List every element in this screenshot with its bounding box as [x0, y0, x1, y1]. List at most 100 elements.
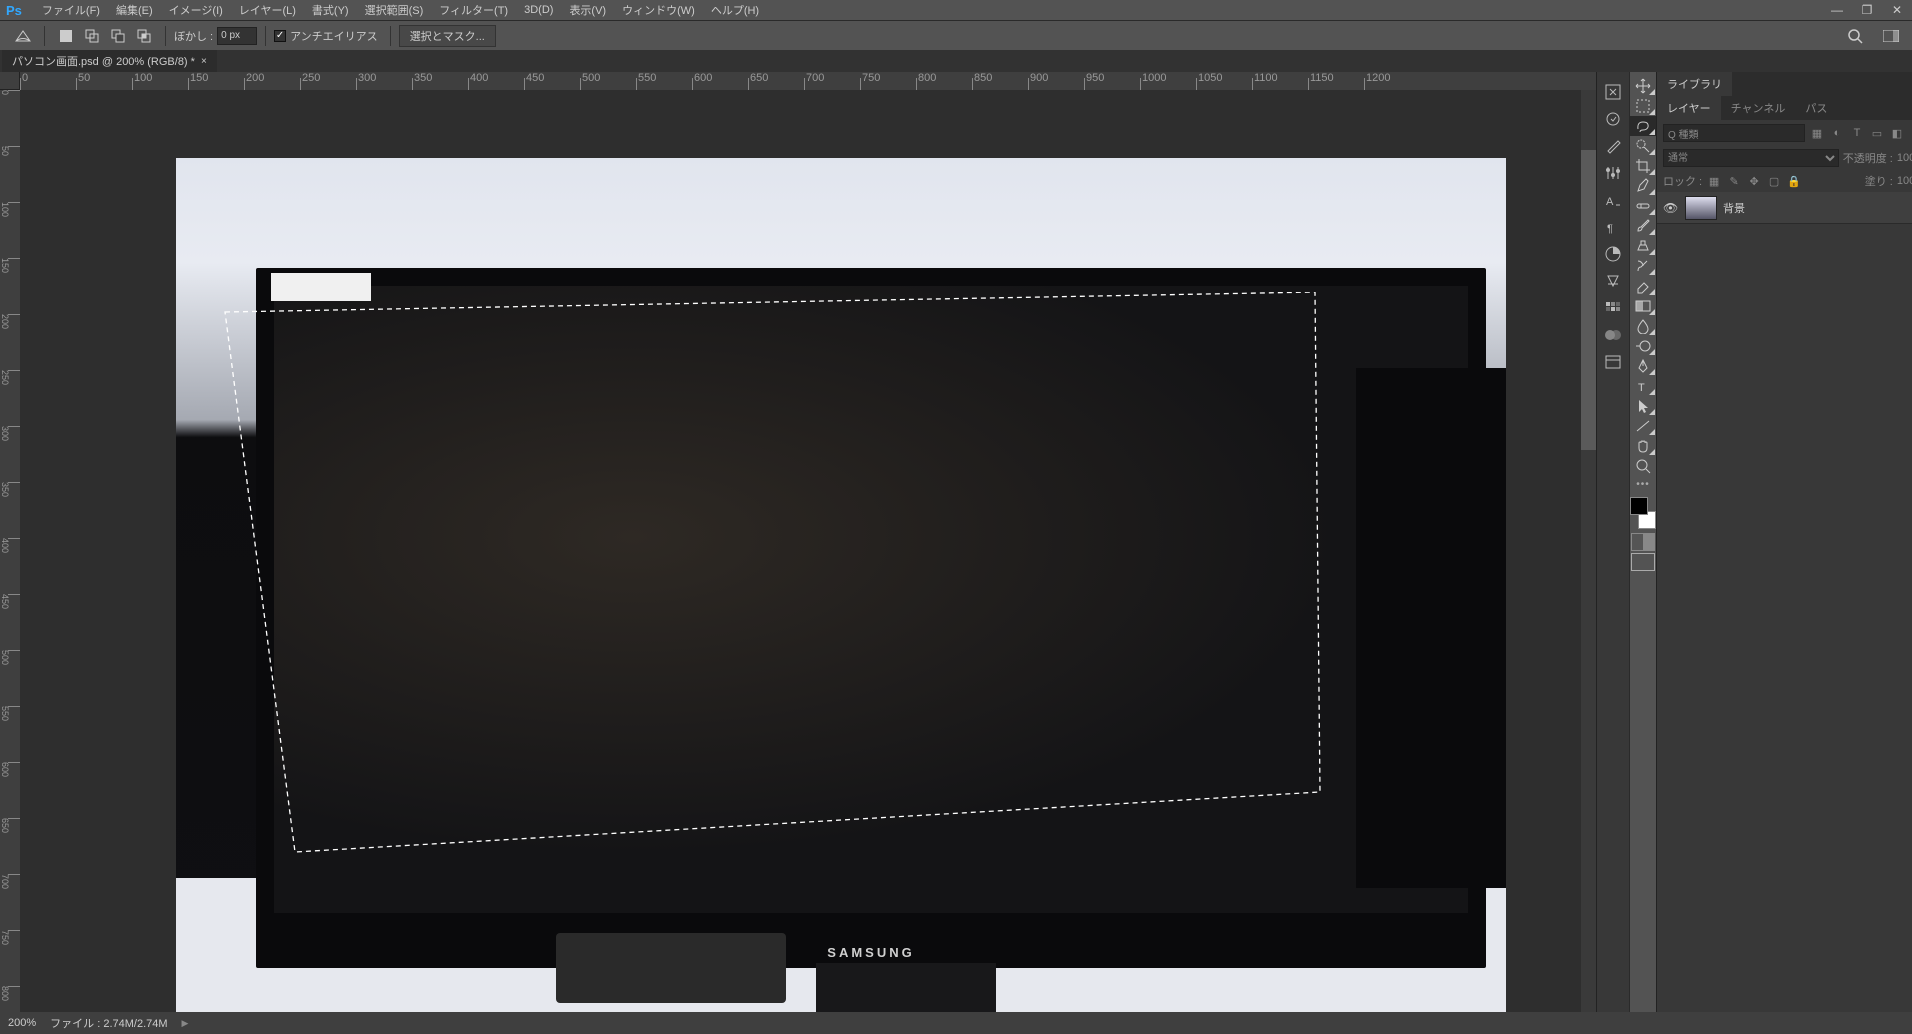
history-brush-tool[interactable]: [1630, 256, 1656, 276]
vertical-ruler[interactable]: 0501001502002503003504004505005506006507…: [0, 90, 20, 1012]
filter-type-icon[interactable]: T: [1849, 125, 1865, 141]
lock-position-icon[interactable]: ✎: [1726, 173, 1742, 189]
clone-stamp-tool[interactable]: [1630, 236, 1656, 256]
eraser-tool[interactable]: [1630, 276, 1656, 296]
canvas-area[interactable]: 0501001502002503003504004505005506006507…: [0, 72, 1596, 1012]
opacity-value[interactable]: 100%: [1897, 152, 1912, 164]
menu-filter[interactable]: フィルター(T): [431, 2, 516, 18]
intersect-selection-icon[interactable]: [133, 25, 155, 47]
lock-pixels-icon[interactable]: ▦: [1706, 173, 1722, 189]
color-panel-icon[interactable]: [1597, 322, 1629, 348]
tool-preset-icon[interactable]: [12, 25, 34, 47]
minimize-button[interactable]: —: [1822, 0, 1852, 20]
zoom-level[interactable]: 200%: [8, 1017, 36, 1029]
properties-panel-icon[interactable]: [1597, 349, 1629, 375]
shape-tool[interactable]: [1630, 416, 1656, 436]
healing-brush-tool[interactable]: [1630, 196, 1656, 216]
add-selection-icon[interactable]: [81, 25, 103, 47]
workspace-switcher-icon[interactable]: [1880, 25, 1902, 47]
layer-filter-input[interactable]: [1663, 124, 1805, 142]
zoom-tool[interactable]: [1630, 456, 1656, 476]
maximize-button[interactable]: ❐: [1852, 0, 1882, 20]
path-select-tool[interactable]: [1630, 396, 1656, 416]
menu-help[interactable]: ヘルプ(H): [703, 2, 767, 18]
adjustments-panel-icon[interactable]: [1597, 160, 1629, 186]
ruler-origin[interactable]: [0, 72, 20, 90]
collapsed-panel-dock: A ¶: [1596, 72, 1629, 1012]
document-tab[interactable]: パソコン画面.psd @ 200% (RGB/8) * ×: [2, 49, 217, 72]
scrollbar-thumb[interactable]: [1581, 150, 1596, 450]
document-tab-title: パソコン画面.psd @ 200% (RGB/8) *: [12, 53, 195, 69]
lock-move-icon[interactable]: ✥: [1746, 173, 1762, 189]
crop-tool[interactable]: [1630, 156, 1656, 176]
quick-select-tool[interactable]: [1630, 136, 1656, 156]
app-logo: Ps: [6, 3, 22, 18]
brush-tool[interactable]: [1630, 216, 1656, 236]
select-and-mask-button[interactable]: 選択とマスク...: [399, 25, 496, 47]
filter-pixel-icon[interactable]: ▦: [1809, 125, 1825, 141]
filter-shape-icon[interactable]: ▭: [1869, 125, 1885, 141]
status-menu-arrow-icon[interactable]: ▶: [182, 1018, 189, 1029]
character-panel-icon[interactable]: A: [1597, 187, 1629, 213]
menu-3d[interactable]: 3D(D): [516, 4, 561, 16]
eyedropper-tool[interactable]: [1630, 176, 1656, 196]
lock-artboard-icon[interactable]: ▢: [1766, 173, 1782, 189]
lasso-tool[interactable]: [1630, 116, 1656, 136]
canvas-image[interactable]: SAMSUNG: [176, 158, 1506, 1012]
fill-value[interactable]: 100%: [1897, 175, 1912, 187]
blur-tool[interactable]: [1630, 316, 1656, 336]
layer-visibility-icon[interactable]: 👁: [1663, 201, 1679, 215]
styles-panel-icon[interactable]: [1597, 241, 1629, 267]
layer-item[interactable]: 👁 背景 🔒: [1657, 192, 1912, 224]
swatches-panel-icon[interactable]: [1597, 295, 1629, 321]
layer-thumbnail[interactable]: [1685, 196, 1717, 220]
hand-tool[interactable]: [1630, 436, 1656, 456]
actions-panel-icon[interactable]: [1597, 106, 1629, 132]
dodge-tool[interactable]: [1630, 336, 1656, 356]
document-tab-bar: パソコン画面.psd @ 200% (RGB/8) * ×: [0, 50, 1912, 72]
horizontal-ruler[interactable]: 0501001502002503003504004505005506006507…: [20, 72, 1596, 90]
menu-select[interactable]: 選択範囲(S): [357, 2, 432, 18]
layer-name[interactable]: 背景: [1723, 200, 1905, 216]
search-icon[interactable]: [1844, 25, 1866, 47]
menu-file[interactable]: ファイル(F): [34, 2, 108, 18]
info-panel-icon[interactable]: [1597, 268, 1629, 294]
menu-view[interactable]: 表示(V): [561, 2, 614, 18]
move-tool[interactable]: [1630, 76, 1656, 96]
history-panel-icon[interactable]: [1597, 79, 1629, 105]
layers-panel-tabs: レイヤー チャンネル パス ≡: [1657, 96, 1912, 120]
tab-close-icon[interactable]: ×: [201, 56, 207, 67]
filter-adjust-icon[interactable]: ◐: [1829, 125, 1845, 141]
pen-tool[interactable]: [1630, 356, 1656, 376]
feather-input[interactable]: [217, 27, 257, 45]
screenmode-icon[interactable]: [1631, 553, 1655, 571]
lock-all-icon[interactable]: 🔒: [1786, 173, 1802, 189]
layer-blendmode-row: 通常 不透明度 : 100%: [1657, 146, 1912, 170]
subtract-selection-icon[interactable]: [107, 25, 129, 47]
menu-window[interactable]: ウィンドウ(W): [614, 2, 703, 18]
blend-mode-select[interactable]: 通常: [1663, 149, 1839, 167]
menu-image[interactable]: イメージ(I): [161, 2, 231, 18]
filter-smart-icon[interactable]: ◧: [1889, 125, 1905, 141]
paragraph-panel-icon[interactable]: ¶: [1597, 214, 1629, 240]
paths-tab[interactable]: パス: [1795, 96, 1837, 120]
layers-tab[interactable]: レイヤー: [1657, 96, 1721, 120]
color-swatches[interactable]: [1630, 497, 1656, 529]
menu-type[interactable]: 書式(Y): [304, 2, 357, 18]
menu-layer[interactable]: レイヤー(L): [231, 2, 304, 18]
vertical-scrollbar[interactable]: [1581, 90, 1596, 1012]
menu-edit[interactable]: 編集(E): [108, 2, 161, 18]
quickmask-icon[interactable]: [1631, 533, 1655, 551]
antialias-checkbox[interactable]: [274, 30, 286, 42]
marquee-tool[interactable]: [1630, 96, 1656, 116]
layer-filter-row: ▦ ◐ T ▭ ◧: [1657, 120, 1912, 146]
edit-toolbar-icon[interactable]: •••: [1630, 476, 1656, 493]
gradient-tool[interactable]: [1630, 296, 1656, 316]
library-tab[interactable]: ライブラリ: [1657, 72, 1732, 96]
type-tool[interactable]: T: [1630, 376, 1656, 396]
channels-tab[interactable]: チャンネル: [1721, 96, 1796, 120]
brush-panel-icon[interactable]: [1597, 133, 1629, 159]
foreground-color-swatch[interactable]: [1630, 497, 1648, 515]
close-button[interactable]: ✕: [1882, 0, 1912, 20]
new-selection-icon[interactable]: [55, 25, 77, 47]
